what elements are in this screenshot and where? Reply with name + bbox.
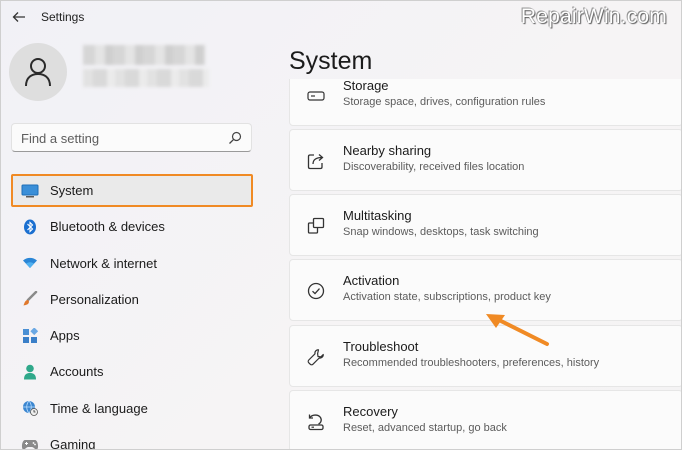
account-email-redacted [83, 69, 209, 87]
sidebar-item-label: Time & language [50, 400, 148, 416]
wrench-icon [306, 347, 326, 367]
annotation-arrow-icon [486, 314, 549, 346]
sidebar-item-apps[interactable]: Apps [11, 319, 253, 352]
apps-icon [21, 327, 39, 345]
sidebar-nav: System Bluetooth & devices Network & int… [11, 174, 253, 450]
search-icon[interactable] [228, 131, 242, 145]
sidebar-item-bluetooth[interactable]: Bluetooth & devices [11, 210, 253, 243]
search-input[interactable]: Find a setting [21, 131, 99, 146]
sidebar-item-network[interactable]: Network & internet [11, 247, 253, 280]
card-title: Recovery [343, 404, 398, 419]
card-title: Storage [343, 79, 389, 93]
person-icon [25, 58, 51, 87]
watermark: RepairWin.com [520, 5, 667, 28]
card-subtitle: Activation state, subscriptions, product… [343, 291, 551, 303]
sidebar-item-accounts[interactable]: Accounts [11, 355, 253, 388]
title-bar: Settings RepairWin.com [1, 1, 681, 33]
search-box[interactable]: Find a setting [11, 123, 252, 152]
sidebar-item-label: Network & internet [50, 255, 157, 271]
card-subtitle: Discoverability, received files location [343, 161, 525, 173]
card-title: Multitasking [343, 208, 412, 223]
card-storage[interactable]: Storage Storage space, drives, configura… [289, 79, 681, 126]
back-arrow-icon [12, 12, 25, 22]
sidebar-item-label: Gaming [50, 437, 96, 450]
storage-icon [306, 86, 326, 106]
sidebar-item-personalization[interactable]: Personalization [11, 283, 253, 316]
sidebar-item-system[interactable]: System [11, 174, 253, 207]
sidebar-item-time-language[interactable]: Time & language [11, 392, 253, 425]
globe-clock-icon [21, 399, 39, 417]
multitasking-icon [306, 216, 326, 236]
card-subtitle: Recommended troubleshooters, preferences… [343, 357, 600, 369]
avatar[interactable] [9, 43, 67, 101]
app-title: Settings [41, 10, 85, 24]
card-recovery[interactable]: Recovery Reset, advanced startup, go bac… [289, 390, 681, 449]
card-title: Activation [343, 273, 400, 288]
share-icon [306, 151, 326, 171]
account-name-redacted [83, 45, 205, 65]
card-subtitle: Reset, advanced startup, go back [343, 422, 507, 434]
sidebar-item-label: Accounts [50, 364, 104, 380]
monitor-icon [21, 182, 39, 200]
check-circle-icon [306, 281, 326, 301]
gamepad-icon [21, 436, 39, 449]
person-icon [21, 363, 39, 381]
sidebar-item-label: Apps [50, 328, 80, 344]
settings-window: Settings RepairWin.com Find a setting Sy… [0, 0, 682, 450]
sidebar-item-label: Personalization [50, 291, 139, 307]
brush-icon [21, 290, 39, 308]
sidebar-item-label: Bluetooth & devices [50, 219, 165, 235]
bluetooth-icon [21, 218, 39, 236]
card-title: Troubleshoot [343, 339, 419, 354]
card-multitasking[interactable]: Multitasking Snap windows, desktops, tas… [289, 194, 681, 256]
card-subtitle: Storage space, drives, configuration rul… [343, 96, 546, 108]
recovery-icon [306, 412, 326, 432]
card-subtitle: Snap windows, desktops, task switching [343, 226, 539, 238]
settings-list: Storage Storage space, drives, configura… [289, 79, 681, 449]
wifi-icon [21, 254, 39, 272]
card-title: Nearby sharing [343, 143, 432, 158]
sidebar-item-gaming[interactable]: Gaming [11, 428, 253, 450]
card-nearby-sharing[interactable]: Nearby sharing Discoverability, received… [289, 129, 681, 191]
page-title: System [289, 47, 373, 75]
sidebar-item-label: System [50, 183, 94, 198]
back-button[interactable] [9, 7, 29, 27]
